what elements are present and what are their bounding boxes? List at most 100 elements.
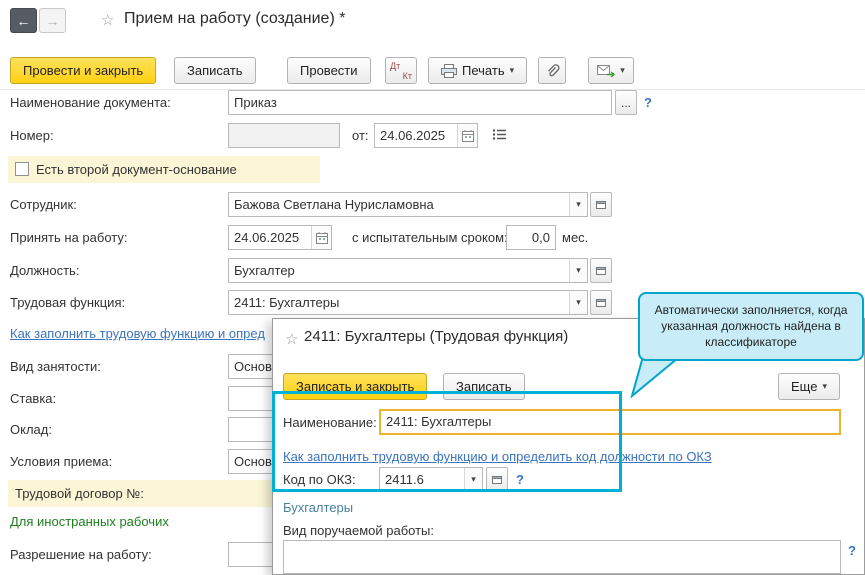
open-form-icon <box>595 297 607 309</box>
employment-type-label: Вид занятости: <box>10 354 101 379</box>
post-button[interactable]: Провести <box>287 57 371 84</box>
okz-group-caption: Бухгалтеры <box>283 500 353 516</box>
employee-dropdown-button[interactable]: ▾ <box>569 193 587 216</box>
print-button[interactable]: Печать ▾ <box>428 57 527 84</box>
mail-send-icon <box>597 64 615 78</box>
forward-button[interactable]: → <box>39 8 66 33</box>
calendar-icon <box>315 231 329 245</box>
probation-input[interactable]: 0,0 <box>506 225 556 250</box>
attachments-button[interactable] <box>538 57 566 84</box>
doc-date-value: 24.06.2025 <box>375 124 457 147</box>
print-dropdown-icon: ▾ <box>510 65 515 76</box>
more-label: Еще <box>791 379 817 394</box>
modal-save-close-button[interactable]: Записать и закрыть <box>283 373 427 400</box>
hire-date-value: 24.06.2025 <box>229 226 311 249</box>
foreign-workers-group[interactable]: Для иностранных рабочих <box>10 514 169 530</box>
doc-name-more-button[interactable]: ... <box>615 90 637 115</box>
how-to-fill-link[interactable]: Как заполнить трудовую функцию и опред <box>10 326 265 342</box>
number-input[interactable] <box>228 123 340 148</box>
dt-kt-register-button[interactable]: Дт Кт <box>385 57 417 84</box>
doc-name-label: Наименование документа: <box>10 90 171 115</box>
modal-title: 2411: Бухгалтеры (Трудовая функция) <box>304 328 568 345</box>
callout-text: Автоматически заполняется, когда указанн… <box>655 303 848 349</box>
write-button[interactable]: Записать <box>174 57 256 84</box>
number-value <box>229 124 339 147</box>
doc-name-input[interactable]: Приказ <box>228 90 612 115</box>
probation-label: с испытательным сроком: <box>352 225 508 250</box>
doc-date-calendar-button[interactable] <box>457 124 477 147</box>
list-icon <box>492 128 507 141</box>
open-form-icon <box>595 265 607 277</box>
labor-function-input[interactable]: 2411: Бухгалтеры ▾ <box>228 290 588 315</box>
chevron-down-icon: ▾ <box>576 297 581 308</box>
position-dropdown-button[interactable]: ▾ <box>569 259 587 282</box>
number-label: Номер: <box>10 123 54 148</box>
work-type-textarea[interactable] <box>283 540 841 574</box>
back-button[interactable]: ← <box>10 8 37 33</box>
forward-arrow-icon: → <box>46 13 60 29</box>
favorite-star-icon[interactable]: ☆ <box>101 11 114 29</box>
ellipsis-icon: ... <box>621 96 631 110</box>
modal-name-label: Наименование: <box>283 410 377 435</box>
position-value: Бухгалтер <box>229 259 569 282</box>
labor-function-value: 2411: Бухгалтеры <box>229 291 569 314</box>
okz-code-input[interactable]: 2411.6 ▾ <box>379 467 483 492</box>
okz-code-value: 2411.6 <box>380 468 464 491</box>
paperclip-icon <box>544 63 560 79</box>
more-dropdown-icon: ▾ <box>822 381 827 392</box>
hire-date-label: Принять на работу: <box>10 225 127 250</box>
printer-icon <box>441 64 457 78</box>
open-form-icon <box>491 474 503 486</box>
okz-dropdown-button[interactable]: ▾ <box>464 468 482 491</box>
print-label: Печать <box>462 63 505 78</box>
employee-value: Бажова Светлана Нурисламовна <box>229 193 569 216</box>
chevron-down-icon: ▾ <box>576 265 581 276</box>
hire-date-calendar-button[interactable] <box>311 226 331 249</box>
conditions-label: Условия приема: <box>10 449 112 474</box>
hire-date-input[interactable]: 24.06.2025 <box>228 225 332 250</box>
calendar-icon <box>461 129 475 143</box>
contract-label: Трудовой договор №: <box>15 481 144 506</box>
callout-bubble: Автоматически заполняется, когда указанн… <box>638 292 864 361</box>
second-doc-checkbox[interactable] <box>15 162 29 176</box>
chevron-down-icon: ▾ <box>576 199 581 210</box>
app-window: ← → ☆ Прием на работу (создание) * Прове… <box>0 0 865 575</box>
doc-name-help[interactable]: ? <box>644 90 652 115</box>
send-dropdown-icon: ▾ <box>620 65 625 76</box>
employee-input[interactable]: Бажова Светлана Нурисламовна ▾ <box>228 192 588 217</box>
open-form-icon <box>595 199 607 211</box>
work-permit-label: Разрешение на работу: <box>10 542 152 567</box>
chevron-down-icon: ▾ <box>471 474 476 485</box>
months-label: мес. <box>562 225 588 250</box>
modal-more-button[interactable]: Еще ▾ <box>778 373 840 400</box>
okz-help[interactable]: ? <box>516 467 524 492</box>
okz-code-label: Код по ОКЗ: <box>283 467 356 492</box>
position-open-button[interactable] <box>590 258 612 283</box>
back-arrow-icon: ← <box>17 13 31 29</box>
second-doc-label: Есть второй документ-основание <box>36 157 237 182</box>
kt-label: Кт <box>403 71 416 81</box>
position-input[interactable]: Бухгалтер ▾ <box>228 258 588 283</box>
dt-label: Дт <box>386 61 400 71</box>
labor-function-open-button[interactable] <box>590 290 612 315</box>
modal-write-button[interactable]: Записать <box>443 373 525 400</box>
labor-function-label: Трудовая функция: <box>10 290 125 315</box>
probation-value: 0,0 <box>507 226 555 249</box>
modal-how-to-fill-link[interactable]: Как заполнить трудовую функцию и определ… <box>283 449 712 465</box>
doc-name-value: Приказ <box>229 91 611 114</box>
post-and-close-button[interactable]: Провести и закрыть <box>10 57 156 84</box>
doc-date-input[interactable]: 24.06.2025 <box>374 123 478 148</box>
rate-label: Ставка: <box>10 386 56 411</box>
labor-function-dropdown-button[interactable]: ▾ <box>569 291 587 314</box>
employee-open-button[interactable] <box>590 192 612 217</box>
modal-name-input[interactable]: 2411: Бухгалтеры <box>379 409 841 435</box>
work-type-help[interactable]: ? <box>848 538 856 563</box>
from-label: от: <box>352 123 369 148</box>
okz-open-button[interactable] <box>486 467 508 492</box>
modal-favorite-star-icon[interactable]: ☆ <box>285 330 298 348</box>
employee-label: Сотрудник: <box>10 192 77 217</box>
page-title: Прием на работу (создание) * <box>124 10 345 28</box>
send-button[interactable]: ▾ <box>588 57 634 84</box>
salary-label: Оклад: <box>10 417 52 442</box>
document-journal-button[interactable] <box>492 128 507 144</box>
